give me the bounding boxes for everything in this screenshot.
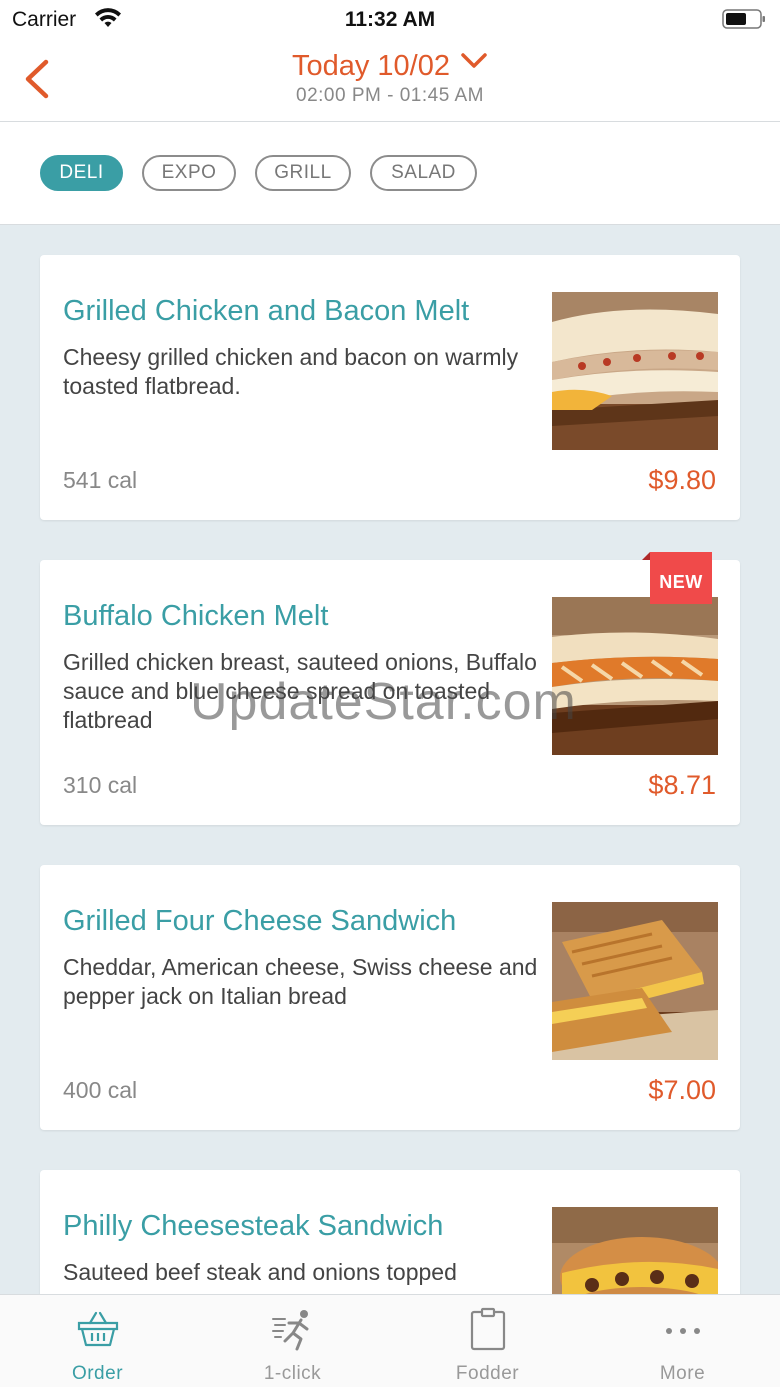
menu-item-card[interactable]: Buffalo Chicken Melt Grilled chicken bre… [40,552,740,825]
menu-item-card[interactable]: Grilled Four Cheese Sandwich Cheddar, Am… [40,865,740,1130]
battery-icon [722,9,765,29]
menu-item-price: $7.00 [648,1075,716,1105]
status-bar: Carrier 11:32 AM [0,0,780,40]
more-dots-icon [666,1328,700,1334]
menu-item-name: Grilled Chicken and Bacon Melt [63,295,470,327]
menu-item-photo [552,597,718,755]
tab-1-click[interactable]: 1-click [195,1295,390,1387]
menu-item-name: Grilled Four Cheese Sandwich [63,905,457,937]
nav-header: Today 10/02 02:00 PM - 01:45 AM [0,40,780,122]
tab-label: 1-click [263,1363,322,1384]
chevron-down-icon [461,53,487,68]
menu-item-price: $8.71 [648,770,716,800]
new-badge: NEW [642,552,712,604]
clipboard-icon [470,1307,506,1351]
menu-item-name: Buffalo Chicken Melt [63,600,329,632]
menu-item-calories: 400 cal [63,1077,138,1103]
bottom-tab-bar: Order 1-click Fodder More [0,1294,780,1387]
menu-item-description: Cheddar, American cheese, Swiss cheese a… [63,954,538,1009]
clock-label: 11:32 AM [344,8,436,31]
tab-order[interactable]: Order [0,1295,195,1387]
category-filter-bar: DELI EXPO GRILL SALAD [0,122,780,225]
hours-label: 02:00 PM - 01:45 AM [296,85,484,106]
category-chip-salad[interactable]: SALAD [370,155,477,191]
menu-item-photo [552,1207,718,1294]
tab-more[interactable]: More [585,1295,780,1387]
tab-fodder[interactable]: Fodder [390,1295,585,1387]
menu-item-calories: 310 cal [63,772,138,798]
menu-item-card[interactable]: Grilled Chicken and Bacon Melt Cheesy gr… [40,255,740,520]
date-title-label: Today 10/02 [291,50,450,82]
menu-item-price: $9.80 [648,465,716,495]
tab-label: Order [71,1363,124,1384]
menu-item-photo [552,292,718,450]
date-dropdown[interactable]: Today 10/02 [0,50,780,83]
date-selector: Today 10/02 02:00 PM - 01:45 AM [0,50,780,107]
menu-item-card[interactable]: Philly Cheesesteak Sandwich Sauteed beef… [40,1170,740,1294]
menu-item-photo [552,902,718,1060]
menu-item-description: Sauteed beef steak and onions topped [63,1259,457,1285]
tab-label: More [659,1363,706,1384]
menu-item-description: Cheesy grilled chicken and bacon on warm… [63,344,519,399]
category-chip-grill[interactable]: GRILL [255,155,351,191]
menu-item-list[interactable]: Grilled Chicken and Bacon Melt Cheesy gr… [0,225,780,1294]
menu-item-calories: 541 cal [63,467,138,493]
category-chip-expo[interactable]: EXPO [142,155,236,191]
tab-label: Fodder [455,1363,520,1384]
running-person-icon [272,1310,309,1351]
menu-item-name: Philly Cheesesteak Sandwich [63,1210,444,1242]
basket-icon [77,1311,119,1347]
menu-item-description: Grilled chicken breast, sauteed onions, … [63,649,537,733]
category-chip-deli[interactable]: DELI [40,155,123,191]
